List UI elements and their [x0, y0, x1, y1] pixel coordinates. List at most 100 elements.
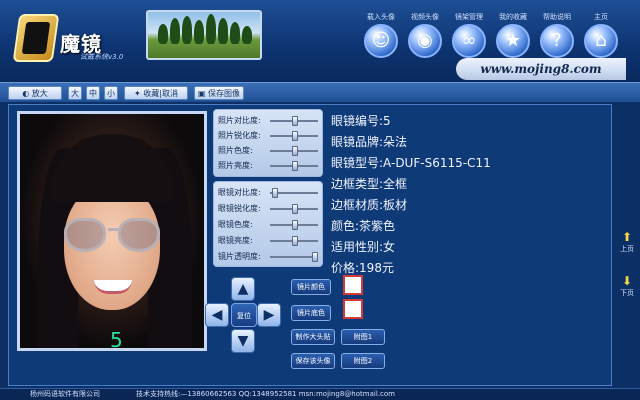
website-url: www.mojing8.com	[456, 58, 626, 80]
slider-thumb[interactable]	[292, 204, 298, 214]
photo-sharpness-slider[interactable]: 照片锐化度:	[218, 129, 320, 143]
main-panel: 5 照片对比度: 照片锐化度: 照片色度: 照片亮度: 眼镜对比度: 眼镜锐化度…	[8, 104, 612, 386]
info-model: 眼镜型号:A-DUF-S6115-C11	[331, 156, 491, 170]
load-photo-label: 载入头像	[367, 13, 395, 21]
user-icon: ☺	[364, 24, 398, 58]
page-down-button[interactable]: ⬇ 下页	[616, 274, 638, 300]
page-up-button[interactable]: ⬆ 上页	[616, 230, 638, 256]
slider-thumb[interactable]	[272, 188, 278, 198]
save-icon: ▣	[197, 89, 209, 98]
glasses-brightness-slider[interactable]: 眼镜亮度:	[218, 234, 320, 248]
glasses-sharpness-slider[interactable]: 眼镜锐化度:	[218, 202, 320, 216]
zoom-icon: ◐	[22, 89, 32, 98]
lens-base-color-swatch[interactable]	[343, 299, 363, 319]
lens-transparency-slider[interactable]: 镜片透明度:	[218, 250, 320, 264]
home-label: 主页	[594, 13, 608, 21]
tryon-photo	[20, 114, 204, 348]
mirror-logo-icon	[12, 14, 60, 62]
favorite-toggle-label: 收藏|取消	[143, 89, 178, 98]
header-banner-image	[146, 10, 262, 60]
lens-color-swatch[interactable]	[343, 275, 363, 295]
footer-support: 技术支持热线:—13860662563 QQ:1348952581 msn:mo…	[136, 390, 395, 398]
photo-chroma-slider[interactable]: 照片色度:	[218, 144, 320, 158]
star-icon: ✦	[134, 89, 144, 98]
arrow-left-icon: ◀	[211, 307, 223, 323]
help-label: 帮助说明	[543, 13, 571, 21]
arrow-right-icon: ▶	[263, 307, 275, 323]
move-down-button[interactable]: ▼	[231, 329, 255, 353]
info-color: 颜色:茶紫色	[331, 219, 396, 233]
glasses-chroma-label: 眼镜色度:	[218, 220, 253, 229]
glasses-adjust-panel: 眼镜对比度: 眼镜锐化度: 眼镜色度: 眼镜亮度: 镜片透明度:	[213, 181, 323, 267]
attachment2-button[interactable]: 附图2	[341, 353, 385, 369]
photo-adjust-panel: 照片对比度: 照片锐化度: 照片色度: 照片亮度:	[213, 109, 323, 177]
load-photo-button[interactable]: 载入头像 ☺	[356, 12, 406, 66]
page-up-icon: ⬆	[621, 230, 633, 244]
slider-thumb[interactable]	[292, 236, 298, 246]
move-left-button[interactable]: ◀	[205, 303, 229, 327]
app-header: 魔镜 试戴系统v3.0 载入头像 ☺ 视频头像 ◉ 镜架管理 ∞ 我的收藏 ★ …	[0, 0, 640, 82]
glasses-contrast-slider[interactable]: 眼镜对比度:	[218, 186, 320, 200]
webcam-icon: ◉	[408, 24, 442, 58]
photo-brightness-label: 照片亮度:	[218, 161, 253, 170]
glasses-brightness-label: 眼镜亮度:	[218, 236, 253, 245]
info-gender: 适用性别:女	[331, 240, 396, 254]
frame-number-label: 5	[110, 328, 123, 351]
page-down-icon: ⬇	[621, 274, 633, 288]
zoom-button[interactable]: ◐ 放大	[8, 86, 62, 100]
video-photo-label: 视频头像	[411, 13, 439, 21]
slider-thumb[interactable]	[292, 161, 298, 171]
glasses-sharpness-label: 眼镜锐化度:	[218, 204, 261, 213]
move-right-button[interactable]: ▶	[257, 303, 281, 327]
glasses-icon: ∞	[452, 24, 486, 58]
logo-subtitle: 试戴系统v3.0	[80, 53, 124, 61]
save-image-button[interactable]: ▣ 保存图像	[194, 86, 244, 100]
photo-sharpness-label: 照片锐化度:	[218, 131, 261, 140]
save-avatar-button[interactable]: 保存该头像	[291, 353, 335, 369]
app-logo: 魔镜 试戴系统v3.0	[12, 10, 136, 68]
help-icon: ?	[540, 24, 574, 58]
favorites-icon: ★	[496, 24, 530, 58]
frame-manage-label: 镜架管理	[455, 13, 483, 21]
lens-base-color-button[interactable]: 镜片底色	[291, 305, 331, 321]
info-material: 边框材质:板材	[331, 198, 408, 212]
size-small-button[interactable]: 小	[104, 86, 118, 100]
move-up-button[interactable]: ▲	[231, 277, 255, 301]
sub-toolbar: ◐ 放大 大 中 小 ✦ 收藏|取消 ▣ 保存图像	[0, 82, 640, 102]
info-brand: 眼镜品牌:朵法	[331, 135, 408, 149]
attachment1-button[interactable]: 附图1	[341, 329, 385, 345]
arrow-up-icon: ▲	[237, 281, 249, 297]
zoom-label: 放大	[31, 89, 48, 98]
left-lens-icon	[64, 218, 106, 252]
info-frame-type: 边框类型:全框	[331, 177, 408, 191]
slider-thumb[interactable]	[292, 220, 298, 230]
photo-contrast-slider[interactable]: 照片对比度:	[218, 114, 320, 128]
page-up-label: 上页	[620, 245, 634, 253]
make-avatar-button[interactable]: 制作大头贴	[291, 329, 335, 345]
lens-color-button[interactable]: 镜片颜色	[291, 279, 331, 295]
photo-brightness-slider[interactable]: 照片亮度:	[218, 159, 320, 173]
slider-thumb[interactable]	[292, 116, 298, 126]
lens-transparency-label: 镜片透明度:	[218, 252, 261, 261]
video-photo-button[interactable]: 视频头像 ◉	[400, 12, 450, 66]
footer-company: 杨州码语软件有限公司	[30, 390, 100, 398]
status-footer: 杨州码语软件有限公司 技术支持热线:—13860662563 QQ:134895…	[0, 388, 640, 400]
glasses-info: 眼镜编号:5 眼镜品牌:朵法 眼镜型号:A-DUF-S6115-C11 边框类型…	[331, 111, 531, 279]
right-lens-icon	[118, 218, 160, 252]
size-large-button[interactable]: 大	[68, 86, 82, 100]
favorite-toggle-button[interactable]: ✦ 收藏|取消	[124, 86, 188, 100]
glasses-chroma-slider[interactable]: 眼镜色度:	[218, 218, 320, 232]
arrow-down-icon: ▼	[237, 333, 249, 349]
reset-position-button[interactable]: 复位	[231, 303, 257, 327]
slider-thumb[interactable]	[312, 252, 318, 262]
slider-thumb[interactable]	[292, 131, 298, 141]
tryon-photo-frame[interactable]: 5	[17, 111, 207, 351]
info-frame-id: 眼镜编号:5	[331, 114, 391, 128]
page-down-label: 下页	[620, 289, 634, 297]
size-medium-button[interactable]: 中	[86, 86, 100, 100]
save-image-label: 保存图像	[208, 89, 241, 98]
photo-chroma-label: 照片色度:	[218, 146, 253, 155]
slider-thumb[interactable]	[292, 146, 298, 156]
favorites-label: 我的收藏	[499, 13, 527, 21]
glasses-contrast-label: 眼镜对比度:	[218, 188, 261, 197]
